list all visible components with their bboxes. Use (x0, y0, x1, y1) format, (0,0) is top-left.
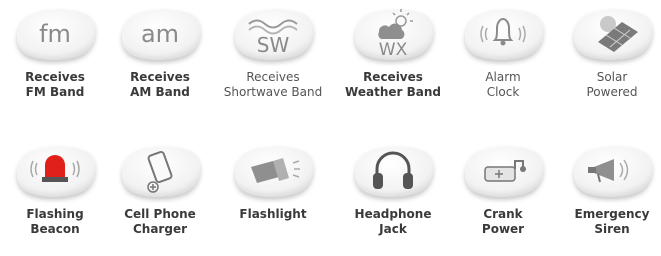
feature-crank: Crank Power (448, 141, 558, 237)
alarm-bell-icon (459, 4, 547, 66)
shortwave-icon: SW (229, 4, 317, 66)
feature-label: Flashlight (239, 207, 307, 221)
flashing-beacon-icon (11, 141, 99, 203)
feature-flashlight: Flashlight (218, 141, 328, 222)
feature-charger: Cell Phone Charger (105, 141, 215, 237)
svg-text:fm: fm (39, 20, 71, 48)
feature-label: Receives AM Band (130, 70, 190, 99)
feature-wx: WX Receives Weather Band (338, 4, 448, 100)
megaphone-icon (568, 141, 656, 203)
feature-label: Flashing Beacon (26, 207, 84, 236)
am-text-icon: am (116, 4, 204, 66)
feature-label: Receives Weather Band (345, 70, 441, 99)
crank-battery-icon (459, 141, 547, 203)
feature-beacon: Flashing Beacon (0, 141, 110, 237)
svg-text:am: am (141, 20, 179, 48)
feature-label: Cell Phone Charger (124, 207, 196, 236)
feature-alarm: Alarm Clock (448, 4, 558, 100)
weather-icon: WX (349, 4, 437, 66)
fm-text-icon: fm (11, 4, 99, 66)
feature-headphone: Headphone Jack (338, 141, 448, 237)
svg-text:SW: SW (257, 33, 290, 57)
feature-label: Alarm Clock (485, 70, 521, 99)
feature-fm: fm Receives FM Band (0, 4, 110, 100)
feature-label: Receives FM Band (25, 70, 85, 99)
feature-label: Headphone Jack (354, 207, 432, 236)
solar-panel-icon (568, 4, 656, 66)
cell-phone-icon (116, 141, 204, 203)
feature-sw: SW Receives Shortwave Band (218, 4, 328, 100)
feature-siren: Emergency Siren (557, 141, 661, 237)
feature-label: Emergency Siren (574, 207, 650, 236)
feature-label: Crank Power (481, 207, 525, 236)
headphones-icon (349, 141, 437, 203)
flashlight-icon (229, 141, 317, 203)
feature-label: Solar Powered (586, 70, 638, 99)
feature-solar: Solar Powered (557, 4, 661, 100)
feature-label: Receives Shortwave Band (223, 70, 323, 99)
feature-am: am Receives AM Band (105, 4, 215, 100)
svg-text:WX: WX (379, 40, 408, 60)
